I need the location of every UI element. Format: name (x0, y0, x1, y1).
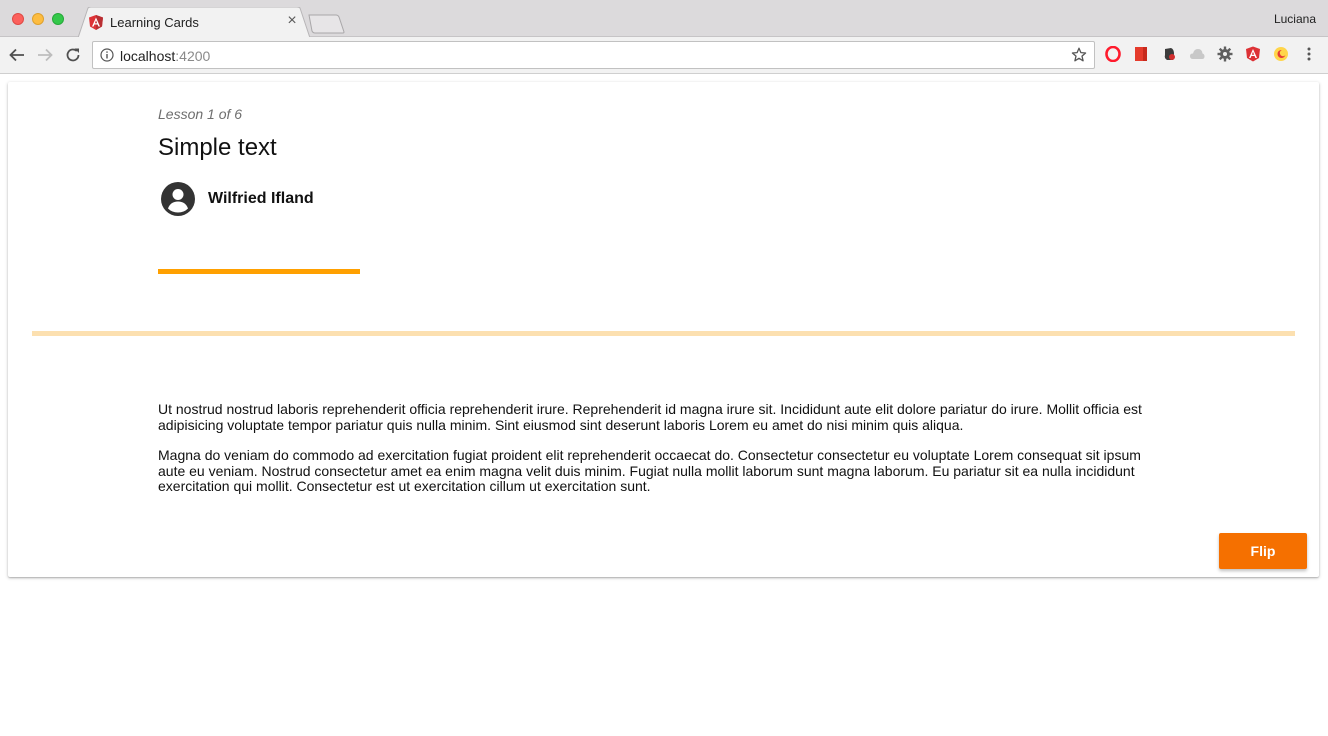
moon-icon[interactable] (1273, 46, 1289, 62)
forward-arrow-icon[interactable] (36, 46, 54, 64)
browser-titlebar: Learning Cards × Luciana (0, 0, 1328, 38)
author-name: Wilfried Ifland (208, 190, 314, 207)
window-minimize-button[interactable] (32, 13, 44, 25)
url-host: localhost (120, 48, 176, 64)
lesson-progress-bar (158, 269, 360, 274)
lesson-title: Simple text (158, 134, 277, 161)
content-paragraph: Magna do veniam do commodo ad exercitati… (158, 447, 1141, 495)
lesson-content: Ut nostrud nostrud laboris reprehenderit… (158, 401, 1168, 510)
tab-title: Learning Cards (110, 15, 199, 30)
window-maximize-button[interactable] (52, 13, 64, 25)
card-divider (32, 331, 1295, 336)
address-bar[interactable]: localhost:4200 (92, 41, 1095, 69)
new-tab-button[interactable] (308, 14, 346, 34)
reload-icon[interactable] (64, 46, 82, 64)
url-text[interactable]: localhost:4200 (120, 48, 210, 64)
angular-icon[interactable] (1245, 46, 1261, 62)
back-arrow-icon[interactable] (8, 46, 26, 64)
profile-name[interactable]: Luciana (1274, 12, 1316, 26)
more-icon[interactable] (1301, 46, 1317, 62)
red-book-icon[interactable] (1133, 46, 1149, 62)
evernote-icon[interactable] (1161, 46, 1177, 62)
bookmark-star-icon[interactable] (1071, 47, 1087, 63)
gear-extension-icon[interactable] (1217, 46, 1233, 62)
learning-card: Lesson 1 of 6 Simple text Wilfried Iflan… (8, 82, 1319, 577)
browser-tab[interactable]: Learning Cards × (78, 7, 310, 38)
url-port: :4200 (175, 48, 211, 64)
flip-button[interactable]: Flip (1219, 533, 1307, 569)
tab-close-icon[interactable]: × (284, 13, 300, 29)
cloud-icon[interactable] (1189, 46, 1205, 62)
account-circle-icon (161, 182, 195, 216)
window-close-button[interactable] (12, 13, 24, 25)
content-paragraph: Ut nostrud nostrud laboris reprehenderit… (158, 401, 1142, 433)
opera-icon[interactable] (1105, 46, 1121, 62)
lesson-counter: Lesson 1 of 6 (158, 106, 243, 122)
angular-favicon-icon (89, 15, 103, 30)
browser-toolbar: localhost:4200 (0, 37, 1328, 74)
info-icon[interactable] (100, 48, 114, 62)
